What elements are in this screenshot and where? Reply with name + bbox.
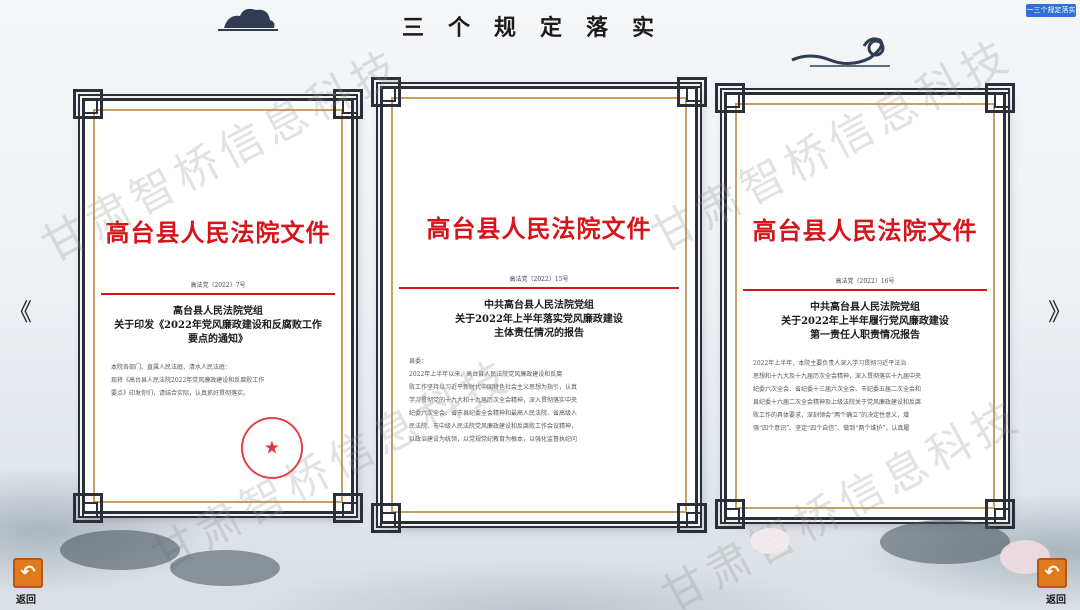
frame-corner: [985, 83, 1015, 113]
frame-corner: [371, 503, 401, 533]
lotus-leaf-decoration: [880, 520, 1010, 564]
frame-corner: [73, 89, 103, 119]
lotus-leaf-decoration: [60, 530, 180, 570]
document-page: 高台县人民法院文件 高法党〔2022〕7号 高台县人民法院党组 关于印发《202…: [101, 117, 335, 495]
document-card-2[interactable]: 高台县人民法院文件 高法党〔2022〕15号 中共高台县人民法院党组 关于202…: [371, 77, 707, 533]
document-number: 高法党〔2022〕7号: [190, 282, 246, 289]
frame-corner: [715, 83, 745, 113]
frame-corner: [73, 493, 103, 523]
document-card-3[interactable]: 高台县人民法院文件 高法党〔2022〕16号 中共高台县人民法院党组 关于202…: [715, 83, 1015, 529]
document-header: 高台县人民法院文件: [426, 214, 652, 243]
frame-corner: [677, 503, 707, 533]
red-divider: [101, 293, 335, 295]
back-label-left[interactable]: 返回: [16, 591, 36, 606]
frame-corner: [715, 499, 745, 529]
back-button-right[interactable]: ↶: [1037, 558, 1067, 588]
document-header: 高台县人民法院文件: [105, 218, 331, 247]
undo-arrow-icon: ↶: [1044, 562, 1060, 583]
document-title: 中共高台县人民法院党组 关于2022年上半年落实党风廉政建设 主体责任情况的报告: [455, 300, 623, 339]
back-label-right[interactable]: 返回: [1046, 591, 1066, 606]
red-divider: [399, 287, 679, 289]
frame-corner: [333, 89, 363, 119]
document-number: 高法党〔2022〕16号: [835, 278, 895, 285]
document-number: 高法党〔2022〕15号: [509, 276, 569, 283]
document-header: 高台县人民法院文件: [752, 216, 978, 245]
document-body: 本院各部门、直属人民法庭、清水人民法庭： 现将《高台县人民法院2022年党风廉政…: [111, 364, 265, 397]
lotus-leaf-decoration: [170, 550, 280, 586]
frame-corner: [333, 493, 363, 523]
document-page: 高台县人民法院文件 高法党〔2022〕16号 中共高台县人民法院党组 关于202…: [743, 111, 987, 501]
frame-corner: [677, 77, 707, 107]
next-arrow-button[interactable]: 》: [1048, 292, 1072, 327]
document-title: 高台县人民法院党组 关于印发《2022年党风廉政建设和反腐败工作 要点的通知》: [114, 306, 322, 345]
undo-arrow-icon: ↶: [20, 562, 36, 583]
official-seal-icon: ★: [241, 417, 303, 479]
red-divider: [743, 289, 987, 291]
document-body: 县委： 2022年上半年以来，高台县人民法院党风廉政建设和反腐 败工作坚持以习近…: [409, 358, 578, 443]
frame-corner: [371, 77, 401, 107]
document-card-1[interactable]: 高台县人民法院文件 高法党〔2022〕7号 高台县人民法院党组 关于印发《202…: [73, 89, 363, 523]
prev-arrow-button[interactable]: 《: [8, 292, 32, 327]
document-title: 中共高台县人民法院党组 关于2022年上半年履行党风廉政建设 第一责任人职责情况…: [781, 302, 949, 341]
document-body: 2022年上半年，本院主要负责人深入学习贯彻习近平法治 思想和十九大及十九届历次…: [753, 360, 922, 432]
page-title: 三个规定落实: [401, 15, 678, 41]
back-button-left[interactable]: ↶: [13, 558, 43, 588]
top-right-badge[interactable]: 一三个规定落实: [1026, 4, 1076, 17]
document-page: 高台县人民法院文件 高法党〔2022〕15号 中共高台县人民法院党组 关于202…: [399, 105, 679, 505]
lotus-flower-decoration: [750, 528, 790, 554]
frame-corner: [985, 499, 1015, 529]
cloud-swirl-icon: [791, 37, 890, 67]
